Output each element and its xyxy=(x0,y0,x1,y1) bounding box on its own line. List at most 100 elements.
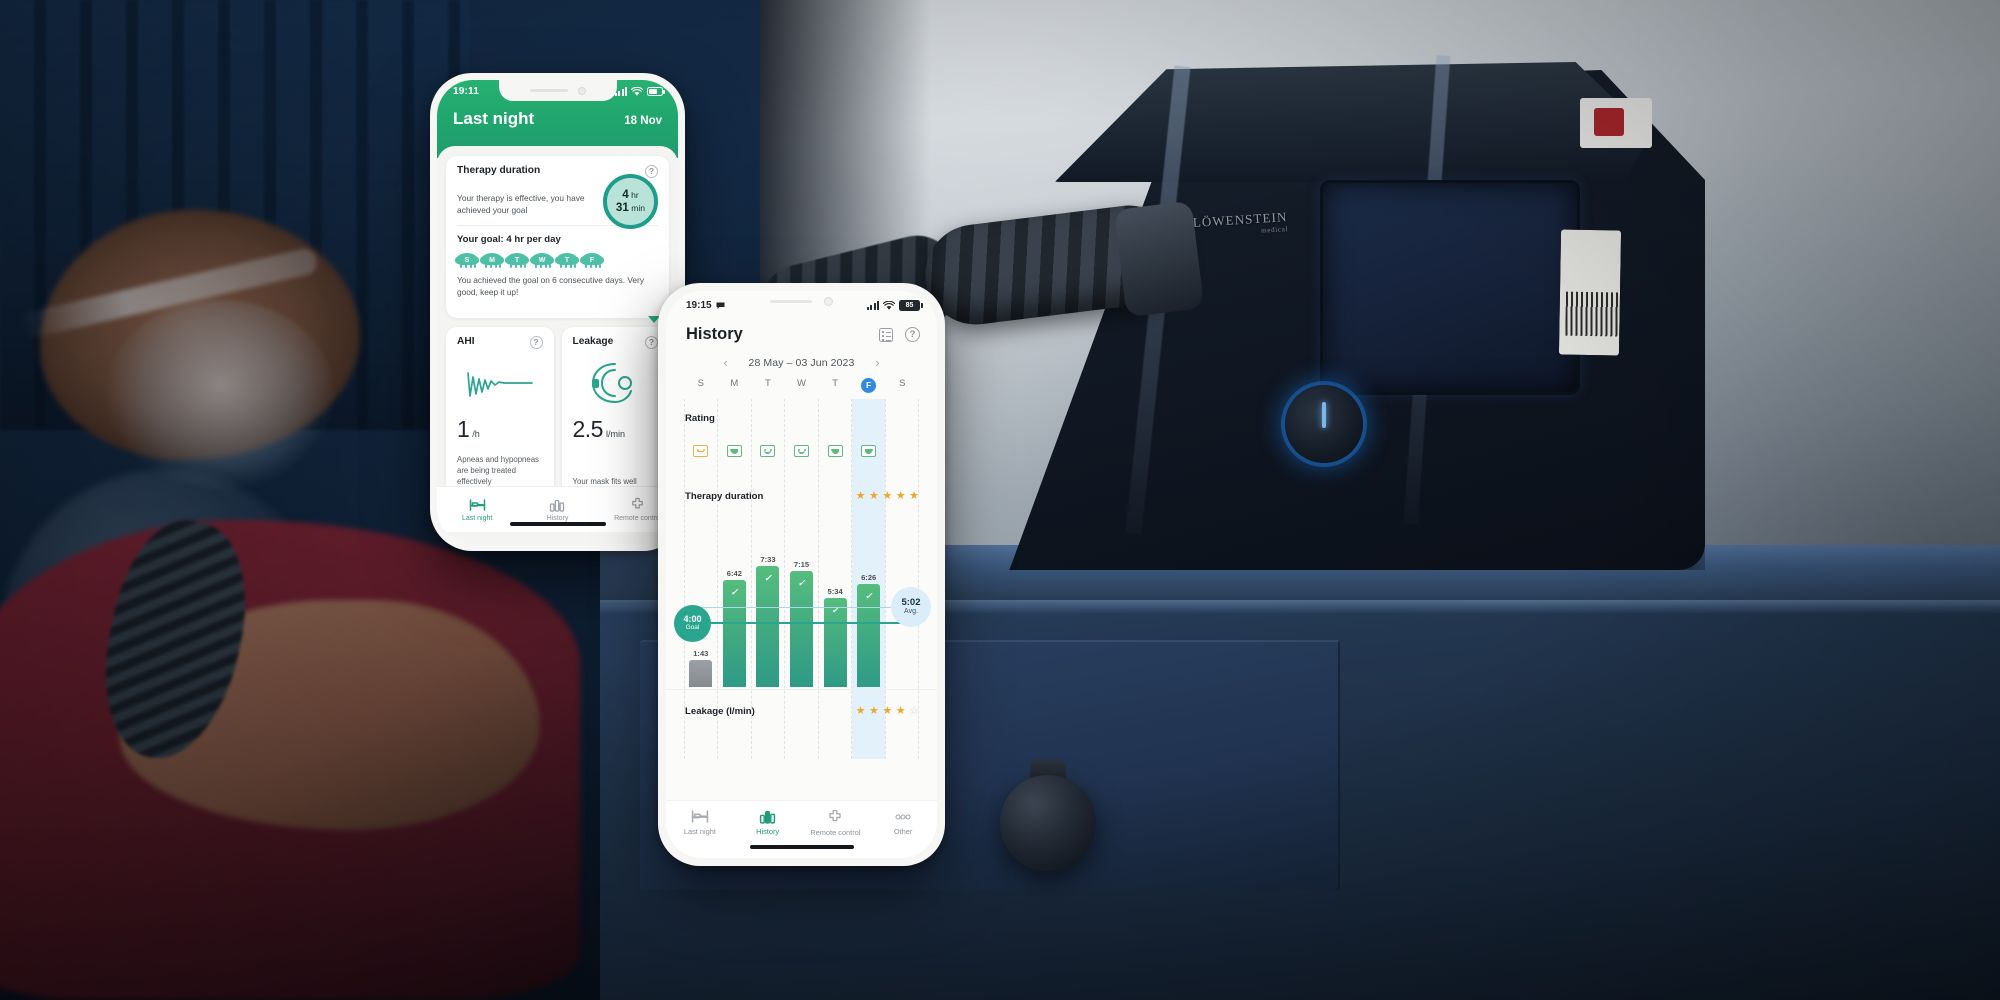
bar-value-label: 5:34 xyxy=(827,586,843,596)
consecutive-days-text: You achieved the goal on 6 consecutive d… xyxy=(457,275,644,298)
more-dots-icon xyxy=(895,814,911,820)
leakage-value-row: 2.5 l/min xyxy=(573,416,626,443)
phone1-title-row: Last night 18 Nov xyxy=(437,97,678,129)
list-icon[interactable] xyxy=(879,327,893,342)
sheep-icon: W xyxy=(532,252,552,269)
bar: ✓ xyxy=(823,598,847,687)
help-icon[interactable]: ? xyxy=(645,336,658,350)
bar-slot[interactable]: 6:26 ✓ xyxy=(852,573,886,687)
average-value: 5:02 xyxy=(901,597,921,609)
star-icon: ★ xyxy=(895,705,906,717)
tab-label: Remote control xyxy=(614,515,662,522)
tab-other[interactable]: Other xyxy=(869,809,937,836)
tab-last-night[interactable]: Last night xyxy=(437,498,517,522)
home-indicator[interactable] xyxy=(509,522,606,526)
rating-slot[interactable] xyxy=(684,445,718,457)
ahi-waveform-icon xyxy=(446,355,554,411)
sheep-icon: F xyxy=(582,252,602,269)
goal-bubble: 4:00 Goal xyxy=(674,605,711,642)
leakage-card-head: Leakage ? xyxy=(562,327,670,350)
sheep-day-letter: M xyxy=(489,256,495,264)
bar: ✓ xyxy=(857,584,881,687)
ahi-description: Apneas and hypopneas are being treated e… xyxy=(457,455,539,487)
ahi-card-head: AHI ? xyxy=(446,327,554,350)
phone2-notch xyxy=(739,291,864,311)
sheep-day-letter: T xyxy=(514,256,520,264)
rating-slot[interactable] xyxy=(751,445,785,457)
duration-hours-unit: hr xyxy=(631,190,639,201)
tab-last-night[interactable]: Last night xyxy=(666,809,734,836)
metrics-row: AHI ? 1 /h Apneas and hypopneas are bein… xyxy=(446,327,670,496)
star-icon: ★ xyxy=(882,705,893,717)
average-bubble: 5:02 Avg. xyxy=(891,587,931,627)
star-icon: ★ xyxy=(855,705,866,717)
duration-minutes-unit: min xyxy=(631,202,646,213)
sheep-day-letter: T xyxy=(564,256,570,264)
rating-slot[interactable] xyxy=(885,445,919,457)
ahi-card[interactable]: AHI ? 1 /h Apneas and hypopneas are bein… xyxy=(446,327,554,496)
tab-label: Last night xyxy=(683,827,716,836)
status-indicators xyxy=(615,86,665,97)
page-title: Last night xyxy=(453,109,535,128)
tab-history[interactable]: History xyxy=(517,498,597,522)
therapy-duration-card[interactable]: Therapy duration ? 4 hr 31 min Your ther… xyxy=(446,156,669,324)
rating-slot[interactable] xyxy=(718,445,752,457)
sheep-icon: T xyxy=(557,252,577,269)
rating-face-neutral-icon xyxy=(693,445,709,457)
rating-slot[interactable] xyxy=(852,445,886,457)
weekday-label: W xyxy=(797,378,806,389)
help-icon[interactable]: ? xyxy=(645,165,658,178)
prev-week-button[interactable]: ‹ xyxy=(719,355,733,370)
therapy-duration-section: Therapy duration ★ ★ ★ ★ ★ 1:43 6:42 ✓ 7… xyxy=(666,487,937,687)
signal-icon xyxy=(866,301,879,310)
star-empty-icon: ☆ xyxy=(909,705,919,717)
weekday-label: M xyxy=(730,378,739,389)
rating-slot[interactable] xyxy=(818,445,852,457)
weekday-sun[interactable]: S xyxy=(684,378,718,393)
check-icon: ✓ xyxy=(730,587,739,597)
tab-history[interactable]: History xyxy=(734,809,802,836)
weekday-sat[interactable]: S xyxy=(885,378,919,393)
rating-slot[interactable] xyxy=(785,445,819,457)
battery-level-icon: 85 xyxy=(899,300,923,311)
signal-icon xyxy=(615,87,627,96)
tab-label: Remote control xyxy=(810,828,861,837)
check-icon: ✓ xyxy=(764,573,772,583)
home-indicator[interactable] xyxy=(749,844,854,849)
bar-slot[interactable]: 6:42 ✓ xyxy=(718,568,752,687)
next-week-button[interactable]: › xyxy=(870,355,884,370)
average-label: Avg. xyxy=(904,608,918,616)
help-icon[interactable]: ? xyxy=(905,327,920,342)
sheep-day-letter: S xyxy=(464,256,470,264)
weekday-mon[interactable]: M xyxy=(718,378,752,393)
remote-control-icon xyxy=(829,809,842,822)
therapy-duration-label: Therapy duration xyxy=(685,491,764,502)
help-icon[interactable]: ? xyxy=(529,336,543,350)
weekday-fri-selected[interactable]: F xyxy=(852,378,886,393)
rating-label: Rating xyxy=(685,413,715,424)
bar-chart-icon xyxy=(759,810,776,824)
rating-face-happy-icon xyxy=(861,445,877,457)
rating-face-slight-smile-icon xyxy=(760,445,776,457)
bar-chart-icon xyxy=(550,499,565,512)
tab-remote-control[interactable]: Remote control xyxy=(802,809,870,837)
rating-face-happy-icon xyxy=(827,445,843,457)
weekday-wed[interactable]: W xyxy=(785,378,819,393)
bar-slot[interactable]: 5:34 ✓ xyxy=(818,586,852,687)
therapy-card-title: Therapy duration xyxy=(457,165,541,176)
weekday-selector: S M T W T F S xyxy=(666,370,937,393)
earpiece-speaker xyxy=(770,299,812,303)
weekday-tue[interactable]: T xyxy=(751,378,785,393)
bar-value-label: 6:42 xyxy=(726,568,742,578)
leakage-card[interactable]: Leakage ? 2.5 l/min Your mask fits well xyxy=(561,327,670,496)
sheep-icon: M xyxy=(482,252,502,269)
sheep-icon: T xyxy=(507,252,527,269)
weekday-label: S xyxy=(899,378,906,389)
bar-slot[interactable]: 1:43 xyxy=(684,649,718,687)
goal-streak-sheep-row: S M T W T F xyxy=(446,245,669,269)
bar-value-label: 7:33 xyxy=(760,554,776,564)
bar-slot[interactable]: 7:33 ✓ xyxy=(751,554,785,687)
bar-value-label: 7:15 xyxy=(793,559,810,569)
wifi-icon xyxy=(883,300,895,310)
weekday-thu[interactable]: T xyxy=(818,378,852,393)
